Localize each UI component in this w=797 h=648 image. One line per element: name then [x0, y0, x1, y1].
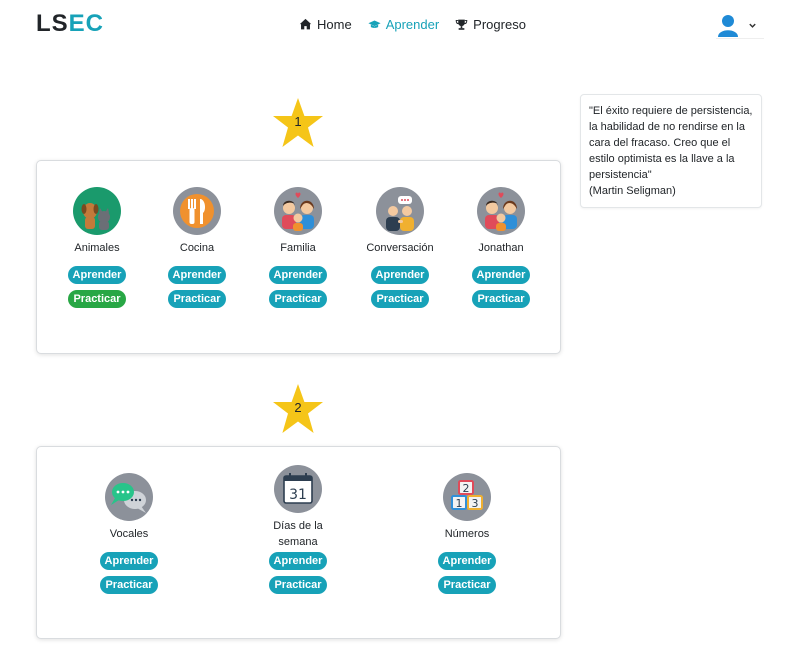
quote-box: "El éxito requiere de persistencia, la h… — [580, 94, 762, 208]
nav-learn[interactable]: Aprender — [368, 17, 439, 32]
topic-vocales[interactable]: Vocales — [79, 473, 179, 542]
learn-button[interactable]: Aprender — [472, 266, 530, 284]
topic-conversacion-actions: Aprender Practicar — [350, 266, 450, 314]
topic-label: Cocina — [179, 242, 215, 254]
nav-progress[interactable]: Progreso — [455, 17, 526, 32]
topic-familia[interactable]: Familia — [248, 187, 348, 256]
nav-home-label: Home — [317, 17, 352, 32]
topic-label: Conversación — [366, 242, 434, 254]
topic-jonathan[interactable]: Jonathan — [451, 187, 551, 256]
practice-button[interactable]: Practicar — [68, 290, 126, 308]
topic-vocales-actions: Aprender Practicar — [79, 552, 179, 600]
topic-label: Animales — [74, 242, 120, 254]
level-2-star: 2 — [271, 383, 325, 435]
learn-button[interactable]: Aprender — [269, 552, 327, 570]
topic-dias-semana[interactable]: 31 Días de la semana — [248, 465, 348, 550]
level-1-card: Animales Aprender Practicar Cocina Apren… — [36, 160, 561, 354]
brand-part1: LS — [36, 10, 69, 37]
practice-button[interactable]: Practicar — [472, 290, 530, 308]
block-number: 2 — [463, 482, 470, 495]
practice-button[interactable]: Practicar — [168, 290, 226, 308]
block-number: 1 — [456, 497, 463, 510]
topic-numeros[interactable]: 213 Números — [417, 473, 517, 542]
calendar-day: 31 — [289, 487, 307, 503]
practice-button[interactable]: Practicar — [100, 576, 158, 594]
brand-part2: EC — [68, 10, 105, 37]
quote-text: "El éxito requiere de persistencia, la h… — [589, 105, 753, 181]
learn-button[interactable]: Aprender — [371, 266, 429, 284]
family-icon — [274, 187, 322, 235]
topic-familia-actions: Aprender Practicar — [248, 266, 348, 314]
conversation-icon — [376, 187, 424, 235]
graduation-cap-icon — [368, 20, 381, 28]
trophy-icon — [455, 19, 468, 30]
practice-button[interactable]: Practicar — [269, 576, 327, 594]
nav-learn-label: Aprender — [385, 17, 440, 32]
topic-label: Vocales — [109, 528, 149, 540]
family-icon — [477, 187, 525, 235]
practice-button[interactable]: Practicar — [371, 290, 429, 308]
chevron-down-icon — [749, 23, 756, 28]
topic-jonathan-actions: Aprender Practicar — [451, 266, 551, 314]
nav-home[interactable]: Home — [299, 17, 352, 32]
nav-progress-label: Progreso — [473, 17, 526, 32]
topic-conversacion[interactable]: Conversación — [350, 187, 450, 256]
pets-icon — [73, 187, 121, 235]
practice-button[interactable]: Practicar — [269, 290, 327, 308]
learn-button[interactable]: Aprender — [100, 552, 158, 570]
topic-cocina-actions: Aprender Practicar — [147, 266, 247, 314]
level-1-number: 1 — [294, 114, 302, 129]
topic-label: Días de la semana — [273, 520, 323, 548]
learn-button[interactable]: Aprender — [438, 552, 496, 570]
learn-button[interactable]: Aprender — [269, 266, 327, 284]
user-menu[interactable] — [716, 12, 764, 39]
topic-cocina[interactable]: Cocina — [147, 187, 247, 256]
topic-animales-actions: Aprender Practicar — [47, 266, 147, 314]
chat-bubbles-icon — [105, 473, 153, 521]
level-2-card: Vocales Aprender Practicar 31 Días de la… — [36, 446, 561, 639]
topic-numeros-actions: Aprender Practicar — [417, 552, 517, 600]
brand-logo[interactable]: LSEC — [36, 10, 104, 38]
user-avatar-icon — [718, 15, 738, 37]
topic-animales[interactable]: Animales — [47, 187, 147, 256]
topic-label: Números — [444, 528, 490, 540]
main-nav: Home Aprender Progreso — [299, 17, 526, 32]
kitchen-icon — [173, 187, 221, 235]
learn-button[interactable]: Aprender — [168, 266, 226, 284]
learn-button[interactable]: Aprender — [68, 266, 126, 284]
calendar-icon: 31 — [274, 465, 322, 513]
topic-dias-semana-actions: Aprender Practicar — [248, 552, 348, 600]
block-number: 3 — [472, 497, 479, 510]
level-2-number: 2 — [294, 400, 302, 415]
practice-button[interactable]: Practicar — [438, 576, 496, 594]
topic-label: Familia — [280, 242, 316, 254]
quote-author: (Martin Seligman) — [589, 185, 676, 197]
number-blocks-icon: 213 — [443, 473, 491, 521]
level-1-star: 1 — [271, 97, 325, 149]
navbar: LSEC Home Aprender Progreso — [0, 0, 797, 50]
topic-label: Jonathan — [478, 242, 524, 254]
home-icon — [299, 18, 312, 30]
